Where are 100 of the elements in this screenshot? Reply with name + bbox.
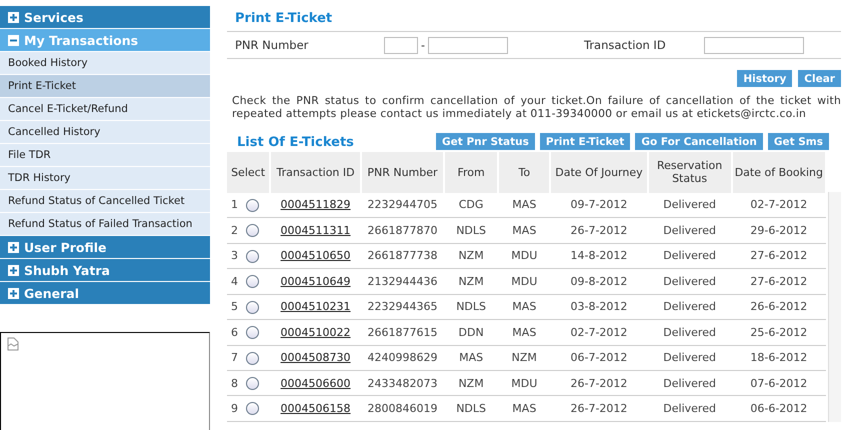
column-header: To [498,152,550,193]
table-cell: 2232944365 [361,294,444,320]
collapse-icon [8,34,19,46]
radio-button[interactable] [246,326,259,340]
field-label: PNR Number [235,38,310,52]
table-cell: Delivered [648,370,732,396]
menu-item[interactable]: Print E-Ticket [0,75,210,98]
table-cell: NDLS [444,218,498,244]
table-cell: 06-7-2012 [550,345,648,371]
field-label: Transaction ID [584,38,667,52]
table-cell: Delivered [648,294,732,320]
table-cell: NZM [444,243,498,269]
menu-item[interactable]: TDR History [0,167,210,190]
separator-text: - [421,38,425,52]
expand-icon [8,264,19,276]
column-header: Transaction ID [270,152,361,193]
table-cell: 29-6-2012 [732,218,826,244]
table-cell: MAS [498,294,550,320]
table-cell: Delivered [648,396,732,422]
radio-button[interactable] [246,224,259,238]
table-cell: 26-7-2012 [550,370,648,396]
notice-text: Check the PNR status to confirm cancellation of your ticket.On failure of cancellation of the ticket with repeated attempts please contact us immediately at 011-39340000 or email us at etickets@irctc.co.in [232,94,841,120]
column-header: Date of Booking [732,152,826,193]
transaction-link[interactable]: 0004506600 [280,376,351,390]
table-cell: MDU [498,268,550,294]
column-header: From [444,152,498,193]
menu-section[interactable]: User Profile [0,236,210,259]
table-cell: 2132944436 [361,268,444,294]
table-cell: 2800846019 [361,396,444,422]
column-header: PNR Number [361,152,444,193]
input-field[interactable] [704,36,804,54]
input-field[interactable] [428,36,508,54]
row-number: 9 [231,402,238,415]
table-cell: 09-8-2012 [550,268,648,294]
radio-button[interactable] [246,376,259,390]
table-cell: DDN [444,320,498,346]
table-cell: 26-7-2012 [550,218,648,244]
row-number: 8 [231,376,238,390]
table-cell: NZM [498,345,550,371]
transaction-link[interactable]: 0004510649 [280,274,351,288]
expand-icon [8,12,19,22]
row-number: 5 [231,300,238,314]
table-cell: Delivered [648,268,732,294]
table-cell: MAS [498,218,550,244]
table-cell: 2661877870 [361,218,444,244]
table-cell: MAS [444,345,498,371]
menu-item[interactable]: File TDR [0,144,210,167]
page-title: Print E-Ticket [235,11,334,26]
input-field[interactable] [384,36,418,54]
table-cell: MDU [498,370,550,396]
table-cell: MAS [498,192,550,218]
transaction-link[interactable]: 0004510022 [280,326,351,339]
column-header: Reservation Status [648,152,732,193]
table-cell: NZM [444,370,498,396]
row-number: 1 [231,198,238,212]
row-number: 7 [231,351,238,364]
table-cell: CDG [444,192,498,218]
expand-icon [8,242,19,252]
table-cell: 26-6-2012 [732,294,826,320]
table-cell: 02-7-2012 [550,320,648,346]
menu-item[interactable]: Booked History [0,52,210,75]
broken-image-icon [7,337,19,351]
menu-item[interactable]: Refund Status of Failed Transaction [0,213,210,236]
radio-button[interactable] [246,250,259,263]
transaction-link[interactable]: 0004508730 [280,351,351,364]
radio-button[interactable] [246,300,259,314]
table-cell: Delivered [648,345,732,371]
menu-section[interactable]: Services [0,6,210,29]
table-cell: MAS [498,396,550,422]
column-header: Date Of Journey [550,152,648,193]
menu-item[interactable]: Cancel E-Ticket/Refund [0,98,210,121]
scrollbar[interactable] [828,192,841,422]
section-title: List Of E-Tickets [237,135,355,150]
transaction-link[interactable]: 0004511311 [280,224,351,237]
radio-button[interactable] [246,275,259,288]
transaction-link[interactable]: 0004511829 [280,198,351,212]
table-cell: MDU [498,243,550,269]
transaction-link[interactable]: 0004510650 [280,249,351,262]
table-cell: 4240998629 [361,345,444,371]
table-cell: 2232944705 [361,192,444,218]
menu-item[interactable]: Cancelled History [0,121,210,144]
menu-section[interactable]: General [0,282,210,305]
column-header: Select [227,152,270,193]
table-cell: Delivered [648,320,732,346]
table-cell: NZM [444,268,498,294]
transaction-link[interactable]: 0004506158 [280,402,351,416]
table-cell: 26-7-2012 [550,396,648,422]
radio-button[interactable] [246,198,259,212]
table-cell: 18-6-2012 [732,345,826,371]
transaction-link[interactable]: 0004510231 [280,300,351,314]
table-cell: MAS [498,320,550,346]
menu-section[interactable]: Shubh Yatra [0,259,210,282]
expand-icon [8,288,19,298]
table-cell: 2661877615 [361,320,444,346]
menu-item[interactable]: Refund Status of Cancelled Ticket [0,190,210,213]
table-cell: Delivered [648,243,732,269]
table-cell: NDLS [444,294,498,320]
row-number: 4 [231,274,238,288]
radio-button[interactable] [246,352,259,365]
radio-button[interactable] [246,402,259,416]
